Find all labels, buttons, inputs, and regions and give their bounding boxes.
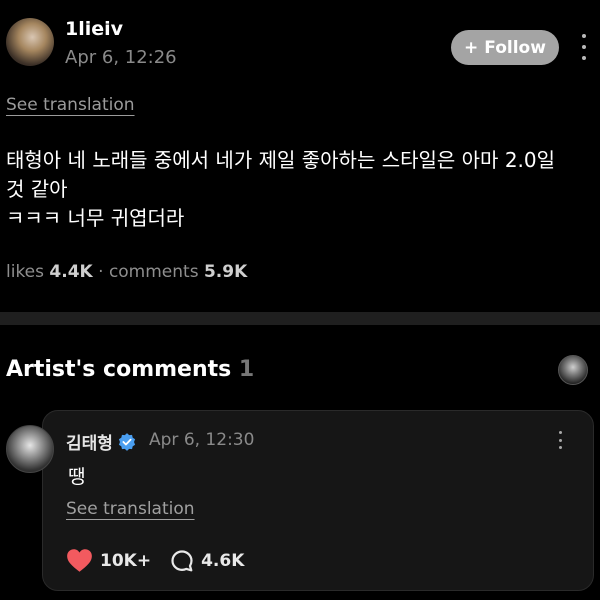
- follow-label: Follow: [484, 37, 546, 58]
- comment-author[interactable]: 김태형: [66, 429, 136, 454]
- verified-badge-icon: [118, 432, 136, 451]
- see-translation-link[interactable]: See translation: [66, 499, 195, 519]
- comment-author-name[interactable]: 김태형: [66, 429, 113, 454]
- comment-actions: 10K+ 4.6K: [66, 548, 244, 573]
- plus-icon: +: [464, 37, 479, 58]
- more-vertical-icon[interactable]: [557, 431, 563, 449]
- post-body-line: 태형아 네 노래들 중에서 네가 제일 좋아하는 스타일은 아마 2.0일: [6, 148, 556, 172]
- post-author-avatar[interactable]: [6, 18, 54, 66]
- follow-button[interactable]: + Follow: [451, 30, 559, 65]
- artist-comments-title-text: Artist's comments: [6, 357, 232, 382]
- heart-icon[interactable]: [66, 548, 93, 573]
- likes-count[interactable]: 4.4K: [49, 262, 92, 282]
- comment-text: 땡: [68, 466, 86, 488]
- post-timestamp: Apr 6, 12:26: [65, 47, 177, 68]
- post-stats: likes 4.4K · comments 5.9K: [6, 262, 247, 282]
- comment-timestamp: Apr 6, 12:30: [149, 430, 255, 450]
- see-translation-link[interactable]: See translation: [6, 95, 135, 115]
- comments-label: comments: [108, 262, 199, 282]
- post-author-username[interactable]: 1lieiv: [65, 18, 123, 40]
- section-divider: [0, 312, 600, 325]
- stats-separator: ·: [98, 262, 104, 282]
- likes-label: likes: [6, 262, 45, 282]
- artist-comments-count: 1: [238, 357, 255, 382]
- comments-count[interactable]: 5.9K: [204, 262, 247, 282]
- more-vertical-icon[interactable]: [581, 34, 587, 60]
- comment-replies-count: 4.6K: [201, 550, 245, 571]
- artist-avatar-small[interactable]: [558, 355, 588, 385]
- artist-comment-avatar[interactable]: [6, 425, 54, 473]
- artist-comments-title: Artist's comments 1: [6, 357, 254, 382]
- post-body-line: ㅋㅋㅋ 너무 귀엽더라: [6, 206, 185, 230]
- comment-bubble-icon[interactable]: [170, 549, 194, 573]
- post-body-line: 것 같아: [6, 177, 68, 201]
- post: 1lieiv Apr 6, 12:26 + Follow See transla…: [0, 0, 600, 312]
- comment-likes-count: 10K+: [100, 550, 152, 571]
- post-body: 태형아 네 노래들 중에서 네가 제일 좋아하는 스타일은 아마 2.0일 것 …: [6, 146, 591, 233]
- artist-comment-card: 김태형 Apr 6, 12:30 땡 See translation 10K+ …: [42, 410, 594, 591]
